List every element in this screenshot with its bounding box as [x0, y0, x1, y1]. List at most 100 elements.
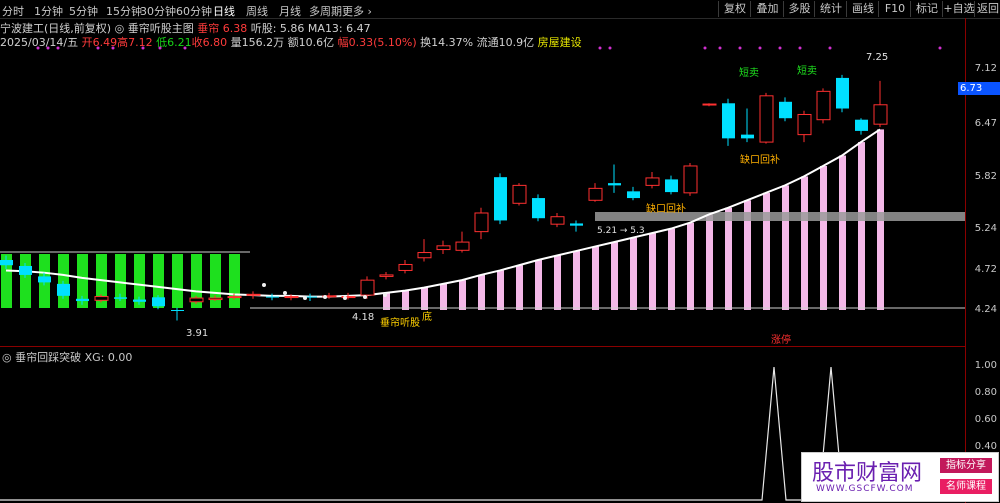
pink-histogram-bar — [554, 255, 561, 310]
toolbar-button-4[interactable]: 画线 — [846, 1, 879, 17]
green-histogram-bar — [229, 254, 240, 308]
green-histogram-bar — [172, 254, 183, 308]
pink-histogram-bar — [573, 251, 580, 310]
period-tab-0[interactable]: 分时 — [2, 3, 24, 19]
period-tab-1[interactable]: 1分钟 — [34, 3, 63, 19]
support-label: 4.18 — [352, 312, 374, 323]
candle-body — [588, 187, 603, 201]
candle-body — [38, 276, 51, 283]
candle-body — [436, 245, 451, 251]
signal-dot — [283, 291, 287, 295]
bottom-label: 垂帘听股 — [380, 316, 420, 329]
signal-dot — [343, 296, 347, 300]
candle-body — [246, 293, 261, 296]
toolbar-button-1[interactable]: 叠加 — [750, 1, 784, 17]
top-dot — [46, 46, 50, 50]
top-dot — [798, 46, 802, 50]
watermark-url: WWW.GSCFW.COM — [816, 484, 914, 494]
period-tab-2[interactable]: 5分钟 — [69, 3, 98, 19]
axis-tick: 6.47 — [974, 118, 997, 129]
candle-body — [532, 198, 545, 219]
candle-body — [417, 252, 432, 259]
top-dot — [36, 46, 40, 50]
period-toolbar: 分时 1分钟 5分钟 15分钟 30分钟 60分钟 日线 周线 月线 多周期 更多 › 复权 叠加 多股统… — [0, 0, 1000, 19]
top-dot — [718, 46, 722, 50]
period-tab-7[interactable]: 周线 — [246, 3, 268, 19]
candle-body — [114, 297, 127, 299]
pink-histogram-bar — [440, 283, 447, 310]
low-label: 3.91 — [186, 328, 208, 339]
pink-histogram-bar — [820, 165, 827, 310]
candle-body — [19, 265, 32, 275]
toolbar-button-2[interactable]: 多股 — [783, 1, 815, 17]
candle-body — [266, 296, 279, 298]
pink-histogram-bar — [782, 185, 789, 310]
toolbar-button-8[interactable]: 返回 — [974, 1, 1000, 17]
toolbar-button-5[interactable]: F10 — [878, 1, 911, 17]
pink-histogram-bar — [630, 237, 637, 310]
candle-body — [474, 212, 489, 233]
watermark-badge-share: 指标分享 — [940, 458, 992, 473]
candle-body — [702, 103, 717, 106]
short-sell-label-2: 短卖 — [797, 64, 817, 77]
candle-body — [873, 104, 888, 125]
candle-body — [76, 298, 89, 302]
pink-histogram-bar — [516, 265, 523, 310]
current-price-tag: 6.73 — [958, 82, 1000, 95]
top-dot — [828, 46, 832, 50]
axis-tick: 4.72 — [974, 264, 997, 275]
bottom-label-2: 底 — [422, 310, 432, 323]
watermark-logo: 股市财富网 WWW.GSCFW.COM 指标分享 名师课程 — [801, 452, 999, 502]
candle-body — [665, 179, 678, 193]
candle-body — [855, 119, 868, 131]
band-labels: 5.21 → 5.3 — [597, 226, 645, 236]
period-tab-5[interactable]: 60分钟 — [176, 3, 212, 19]
candle-body — [512, 184, 527, 204]
pink-histogram-bar — [649, 233, 656, 310]
toolbar-button-6[interactable]: 标记 — [910, 1, 943, 17]
candle-body — [284, 296, 299, 299]
candle-body — [797, 113, 812, 136]
period-tab-4[interactable]: 30分钟 — [140, 3, 176, 19]
lower-panel-title: ◎ 垂帘回踩突破 XG: 0.00 — [2, 351, 133, 364]
pink-histogram-bar — [478, 274, 485, 310]
axis-tick-lower: 0.60 — [974, 414, 997, 425]
pink-histogram-bar — [459, 280, 466, 310]
candle-body — [494, 177, 507, 221]
candle-body — [152, 297, 165, 307]
candle-body — [816, 90, 831, 121]
top-dot — [608, 46, 612, 50]
candle-body — [360, 279, 375, 296]
toolbar-button-3[interactable]: 统计 — [814, 1, 847, 17]
price-chart[interactable]: 7.253.914.18垂帘听股底缺口回补缺口回补短卖 短卖5.21 → 5.3涨… — [0, 18, 965, 503]
signal-dot — [363, 295, 367, 299]
candle-body — [570, 223, 583, 226]
period-tab-10[interactable]: 更多 › — [342, 3, 372, 19]
period-tab-9[interactable]: 多周期 — [309, 3, 342, 19]
candle-body — [608, 183, 621, 186]
candle-body — [759, 95, 774, 143]
limit-up-label: 涨停 — [771, 333, 791, 346]
toolbar-button-0[interactable]: 复权 — [718, 1, 751, 17]
top-dot — [758, 46, 762, 50]
signal-dot — [262, 283, 266, 287]
watermark-badge-course: 名师课程 — [940, 479, 992, 494]
top-dot — [738, 46, 742, 50]
period-tab-8[interactable]: 月线 — [279, 3, 301, 19]
top-dot — [938, 46, 942, 50]
pink-histogram-bar — [535, 260, 542, 310]
pink-histogram-bar — [402, 290, 409, 310]
gap-fill-label-2: 缺口回补 — [646, 202, 686, 215]
candle-body — [722, 103, 735, 139]
high-label: 7.25 — [866, 52, 888, 63]
period-tab-3[interactable]: 15分钟 — [106, 3, 142, 19]
candle-body — [379, 274, 394, 277]
axis-tick: 4.24 — [974, 304, 997, 315]
pink-histogram-bar — [801, 176, 808, 310]
axis-tick: 5.82 — [974, 171, 997, 182]
toolbar-button-7[interactable]: +自选 — [942, 1, 975, 17]
top-dot — [598, 46, 602, 50]
period-tab-6[interactable]: 日线 — [213, 3, 235, 19]
signal-dot — [323, 295, 327, 299]
pink-histogram-bar — [668, 228, 675, 310]
